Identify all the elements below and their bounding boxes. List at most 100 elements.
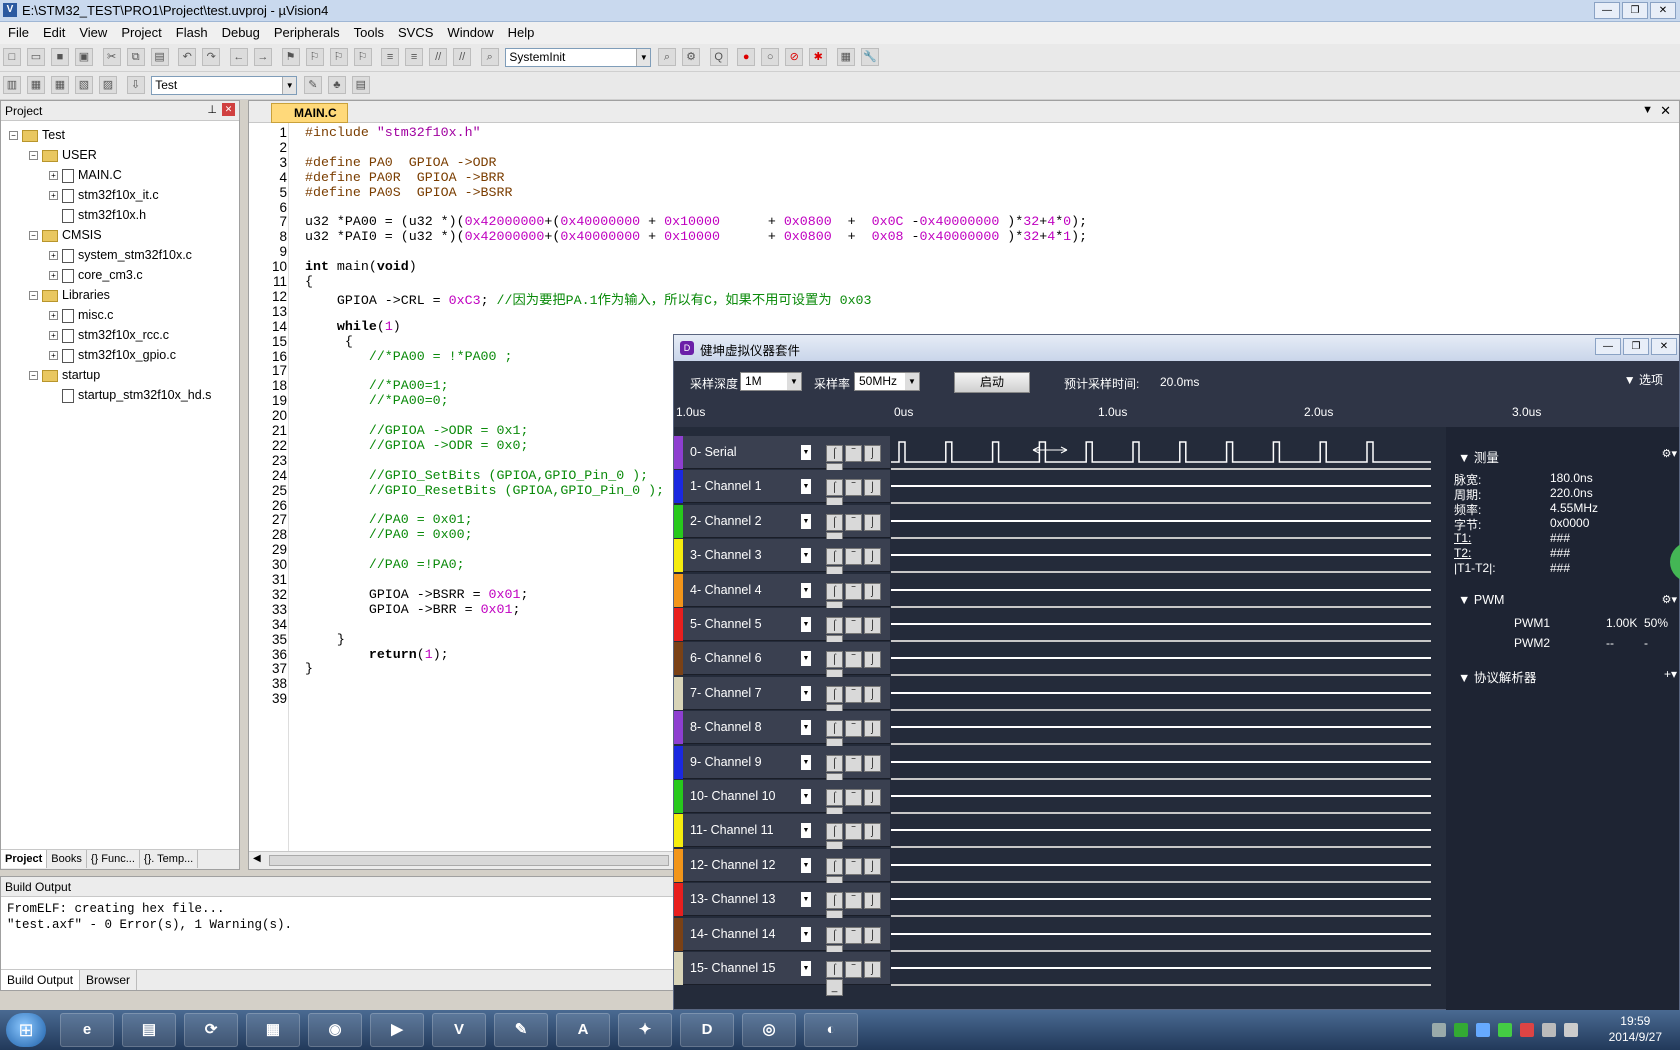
low-level-icon[interactable]: _	[826, 979, 843, 996]
breakpoint-icon[interactable]: ●	[737, 48, 756, 66]
high-level-icon[interactable]: ‾	[845, 513, 862, 531]
code-line[interactable]: #define PA0R GPIOA ->BRR	[305, 170, 505, 185]
tree-item[interactable]: − startup	[29, 365, 100, 385]
channel-label-box[interactable]: 3- Channel 3▼⌠‾⌡_	[674, 539, 890, 584]
options-menu[interactable]: ▼ 选项	[1624, 371, 1663, 388]
menu-tools[interactable]: Tools	[346, 22, 390, 40]
collapse-icon[interactable]: −	[29, 151, 38, 161]
menu-peripherals[interactable]: Peripherals	[266, 22, 346, 40]
rising-edge-icon[interactable]: ⌠	[826, 685, 843, 703]
indent-icon[interactable]: ≡	[381, 48, 400, 66]
rising-edge-icon[interactable]: ⌠	[826, 892, 843, 910]
target-options-icon[interactable]: ✎	[303, 76, 322, 94]
chevron-down-icon[interactable]: ▼	[801, 926, 811, 942]
high-level-icon[interactable]: ‾	[845, 685, 862, 703]
falling-edge-icon[interactable]: ⌡	[864, 789, 881, 806]
code-line[interactable]: //*PA00=1;	[305, 378, 449, 393]
ie-taskbar-icon[interactable]: e	[60, 1013, 114, 1047]
incremental-find-icon[interactable]: ⚙	[682, 48, 700, 66]
code-line[interactable]: {	[305, 334, 353, 349]
tab-build-output[interactable]: Build Output	[1, 970, 81, 990]
tree-item[interactable]: − Test	[9, 125, 65, 145]
rising-edge-icon[interactable]: ⌠	[826, 582, 843, 600]
sample-depth-select[interactable]: 1M ▼	[740, 372, 802, 391]
kill-breakpoints-icon[interactable]: ⊘	[785, 48, 804, 66]
falling-edge-icon[interactable]: ⌡	[864, 857, 881, 875]
falling-edge-icon[interactable]: ⌡	[864, 651, 881, 669]
tree-item[interactable]: − CMSIS	[29, 225, 102, 245]
scroll-thumb[interactable]	[269, 855, 669, 866]
tree-item[interactable]: + MAIN.C	[49, 165, 122, 185]
high-level-icon[interactable]: ‾	[845, 479, 862, 497]
collapse-icon[interactable]: −	[29, 291, 38, 301]
menu-debug[interactable]: Debug	[214, 22, 266, 40]
next-bookmark-icon[interactable]: ⚐	[329, 48, 348, 66]
chevron-down-icon[interactable]: ▼	[801, 479, 811, 495]
channel-label-box[interactable]: 2- Channel 2▼⌠‾⌡_	[674, 504, 890, 549]
chevron-down-icon[interactable]: ▼	[801, 513, 811, 529]
collapse-icon[interactable]: −	[29, 371, 38, 381]
media-taskbar-icon[interactable]: ◎	[742, 1013, 796, 1047]
chevron-down-icon[interactable]: ▼	[801, 651, 811, 667]
prev-bookmark-icon[interactable]: ⚐	[305, 48, 324, 66]
cut-icon[interactable]: ✂	[102, 48, 121, 66]
expand-icon[interactable]: +	[49, 311, 58, 321]
protocol-section-header[interactable]: ▼ 协议解析器	[1458, 667, 1536, 686]
window-layout-icon[interactable]: ▦	[836, 48, 855, 66]
falling-edge-icon[interactable]: ⌡	[864, 685, 881, 703]
gear-icon[interactable]: ⚙▾	[1662, 593, 1677, 606]
code-line[interactable]: //PA0 = 0x00;	[305, 527, 473, 542]
start-button[interactable]: 启动	[954, 372, 1030, 393]
code-line[interactable]: return(1);	[305, 647, 449, 662]
channel-label-box[interactable]: 9- Channel 9▼⌠‾⌡_	[674, 745, 890, 790]
clock[interactable]: 19:59 2014/9/27	[1609, 1013, 1662, 1045]
code-line[interactable]: u32 *PA00 = (u32 *)(0x42000000+(0x400000…	[305, 214, 1087, 229]
high-level-icon[interactable]: ‾	[845, 926, 862, 944]
code-line[interactable]: //GPIO_SetBits (GPIOA,GPIO_Pin_0 );	[305, 468, 648, 483]
redbird-taskbar-icon[interactable]: ✦	[618, 1013, 672, 1047]
configure-icon[interactable]: 🔧	[860, 48, 879, 66]
falling-edge-icon[interactable]: ⌡	[864, 961, 881, 978]
chevron-down-icon[interactable]: ▼	[801, 823, 811, 839]
channel-label-box[interactable]: 13- Channel 13▼⌠‾⌡_	[674, 883, 890, 928]
nav-back-icon[interactable]: ←	[229, 48, 248, 66]
code-line[interactable]: #define PA0S GPIOA ->BSRR	[305, 185, 512, 200]
player-taskbar-icon[interactable]: ▶	[370, 1013, 424, 1047]
code-line[interactable]: //*PA00=0;	[305, 393, 449, 408]
channel-label-box[interactable]: 14- Channel 14▼⌠‾⌡_	[674, 917, 890, 962]
flag-icon[interactable]	[1564, 1023, 1578, 1037]
maximize-button[interactable]: ❐	[1623, 338, 1649, 355]
tab-main-c[interactable]: MAIN.C	[271, 103, 348, 123]
rising-edge-icon[interactable]: ⌠	[826, 789, 843, 806]
menu-project[interactable]: Project	[113, 22, 167, 40]
code-line[interactable]: #define PA0 GPIOA ->ODR	[305, 155, 497, 170]
chevron-down-icon[interactable]: ▼	[801, 961, 811, 976]
save-icon[interactable]: ■	[51, 48, 69, 66]
code-line[interactable]: }	[305, 632, 345, 647]
rising-edge-icon[interactable]: ⌠	[826, 617, 843, 634]
translate-icon[interactable]: ▥	[3, 76, 21, 94]
pdf-taskbar-icon[interactable]: A	[556, 1013, 610, 1047]
nvidia-icon[interactable]	[1454, 1023, 1468, 1037]
speaker-icon[interactable]	[1542, 1023, 1556, 1037]
uncomment-icon[interactable]: //	[453, 48, 472, 66]
falling-edge-icon[interactable]: ⌡	[864, 720, 881, 738]
channel-label-box[interactable]: 5- Channel 5▼⌠‾⌡_	[674, 608, 890, 652]
high-level-icon[interactable]: ‾	[845, 961, 862, 978]
menu-svcs[interactable]: SVCS	[390, 22, 439, 40]
channel-label-box[interactable]: 7- Channel 7▼⌠‾⌡_	[674, 676, 890, 721]
app-taskbar-icon[interactable]: ◐	[804, 1013, 858, 1047]
channel-label-box[interactable]: 0- Serial▼⌠‾⌡_	[674, 436, 890, 480]
falling-edge-icon[interactable]: ⌡	[864, 926, 881, 944]
redo-icon[interactable]: ↷	[202, 48, 221, 66]
network-icon[interactable]	[1476, 1023, 1490, 1037]
close-icon[interactable]: ✕	[222, 103, 235, 116]
expand-icon[interactable]: +	[49, 331, 58, 341]
high-level-icon[interactable]: ‾	[845, 720, 862, 738]
code-line[interactable]: //GPIOA ->ODR = 0x0;	[305, 438, 529, 453]
code-line[interactable]: //GPIOA ->ODR = 0x1;	[305, 423, 529, 438]
tab-books[interactable]: Books	[47, 850, 87, 868]
rising-edge-icon[interactable]: ⌠	[826, 823, 843, 841]
expand-icon[interactable]: +	[49, 171, 58, 181]
start-button[interactable]: ⊞	[6, 1013, 46, 1047]
